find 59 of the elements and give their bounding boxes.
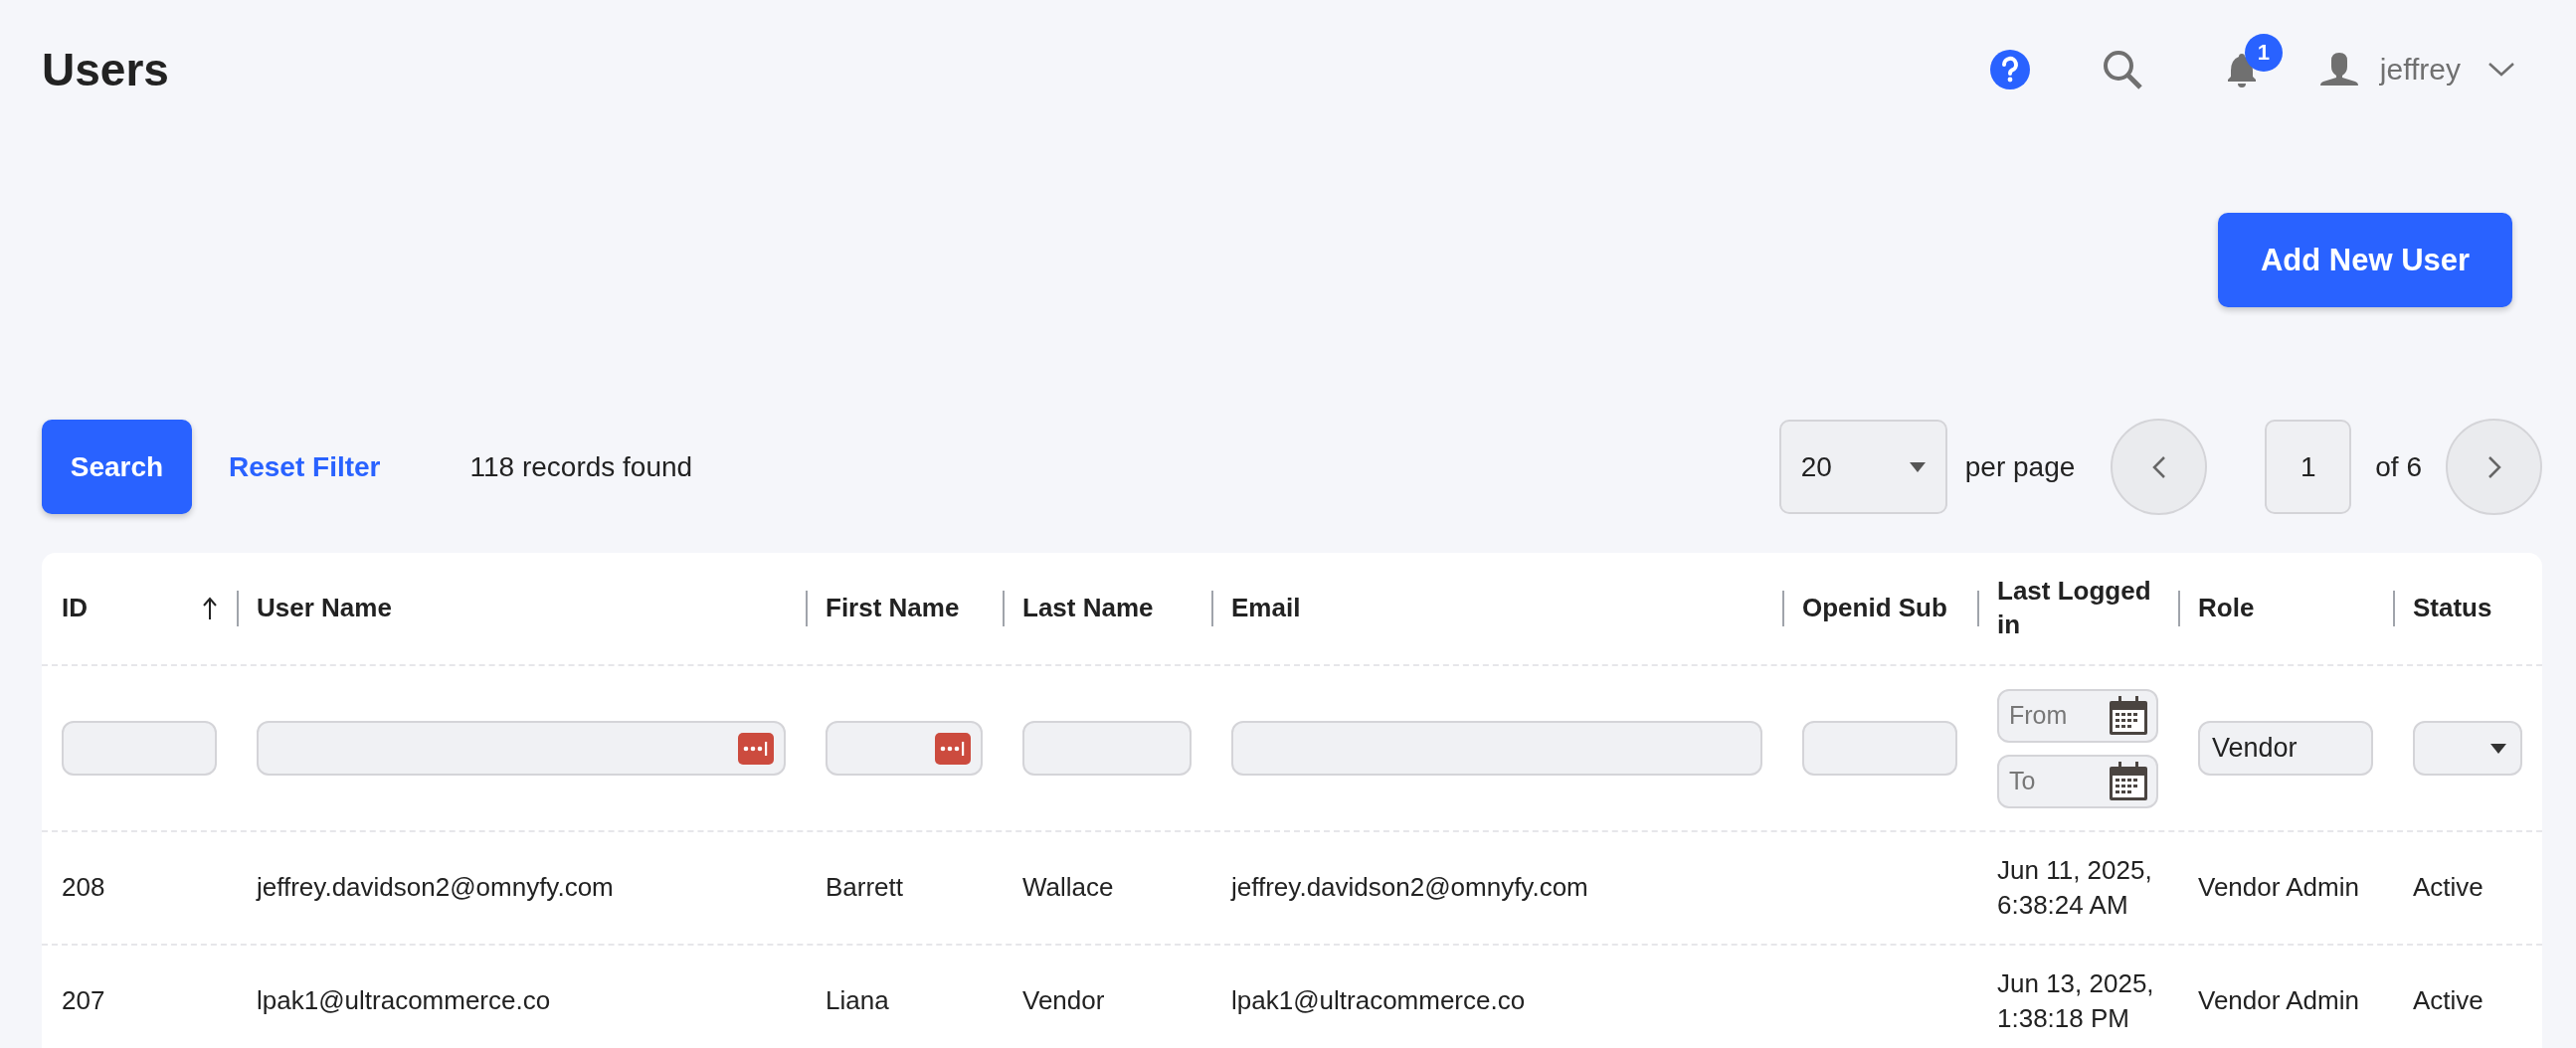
per-page-label: per page: [1964, 450, 2076, 483]
table-cell-text: jeffrey.davidson2@omnyfy.com: [257, 871, 614, 905]
calendar-icon[interactable]: [2109, 695, 2148, 736]
filter-field[interactable]: Vendor: [2198, 721, 2373, 776]
date-to-field[interactable]: To: [1997, 754, 2158, 808]
search-icon[interactable]: [2101, 49, 2143, 90]
column-header[interactable]: User Name: [257, 592, 392, 625]
table-cell-text: jeffrey.davidson2@omnyfy.com: [1231, 871, 1588, 905]
filter-field[interactable]: [1802, 721, 1957, 776]
chevron-right-icon: [2486, 454, 2501, 479]
table-cell-text: 207: [62, 984, 105, 1018]
search-button[interactable]: Search: [42, 420, 192, 514]
table-cell-text: lpak1@ultracommerce.co: [1231, 984, 1526, 1018]
table-cell-text: Vendor Admin: [2198, 984, 2359, 1018]
chevron-down-icon[interactable]: [2488, 63, 2514, 77]
page-total: of 6: [2375, 450, 2422, 483]
column-header[interactable]: Last Name: [1022, 592, 1154, 625]
filter-field[interactable]: [62, 721, 217, 776]
table-cell-text: Vendor: [1022, 984, 1105, 1018]
calendar-icon[interactable]: [2109, 761, 2148, 801]
chevron-left-icon: [2151, 454, 2166, 479]
date-from-field[interactable]: From: [1997, 688, 2158, 743]
table-cell-text: Vendor Admin: [2198, 871, 2359, 905]
records-count: 118 records found: [469, 450, 693, 483]
column-header[interactable]: Status: [2413, 592, 2492, 625]
dropdown-arrow-icon: [1909, 461, 1926, 472]
filter-field[interactable]: [257, 721, 786, 776]
password-manager-icon[interactable]: [935, 732, 971, 765]
table-cell-text: Active: [2413, 871, 2484, 905]
page-number-field[interactable]: 1: [2265, 420, 2352, 514]
user-name[interactable]: jeffrey: [2379, 53, 2461, 87]
reset-filter-link[interactable]: Reset Filter: [229, 450, 381, 483]
column-header[interactable]: ID: [62, 592, 88, 625]
sort-arrow-up-icon[interactable]: [203, 597, 217, 620]
user-icon[interactable]: [2319, 53, 2358, 87]
table-cell-text: Active: [2413, 984, 2484, 1018]
filter-field[interactable]: [826, 721, 983, 776]
table-cell-text: Wallace: [1022, 871, 1114, 905]
column-header[interactable]: Email: [1231, 592, 1301, 625]
table-cell-text: 208: [62, 871, 105, 905]
add-user-button[interactable]: Add New User: [2218, 213, 2512, 307]
table-cell-text: Jun 11, 2025, 6:38:24 AM: [1997, 853, 2153, 922]
table-cell-text: lpak1@ultracommerce.co: [257, 984, 551, 1018]
table-cell-text: Liana: [826, 984, 889, 1018]
bell-icon[interactable]: [2226, 52, 2257, 87]
per-page-select[interactable]: 20: [1778, 420, 1947, 514]
column-header[interactable]: Role: [2198, 592, 2255, 625]
help-icon[interactable]: [1989, 50, 2030, 89]
dropdown-arrow-icon: [2490, 743, 2506, 754]
notification-badge: 1: [2244, 34, 2283, 72]
column-header[interactable]: Last Logged in: [1997, 575, 2158, 642]
password-manager-icon[interactable]: [738, 732, 774, 765]
column-header[interactable]: First Name: [826, 592, 960, 625]
page-title: Users: [42, 43, 169, 96]
filter-field[interactable]: [1022, 721, 1192, 776]
column-header[interactable]: Openid Sub: [1802, 592, 1947, 625]
table-cell-text: Jun 13, 2025, 1:38:18 PM: [1997, 966, 2155, 1035]
filter-field[interactable]: [1231, 721, 1762, 776]
table-cell-text: Barrett: [826, 871, 904, 905]
